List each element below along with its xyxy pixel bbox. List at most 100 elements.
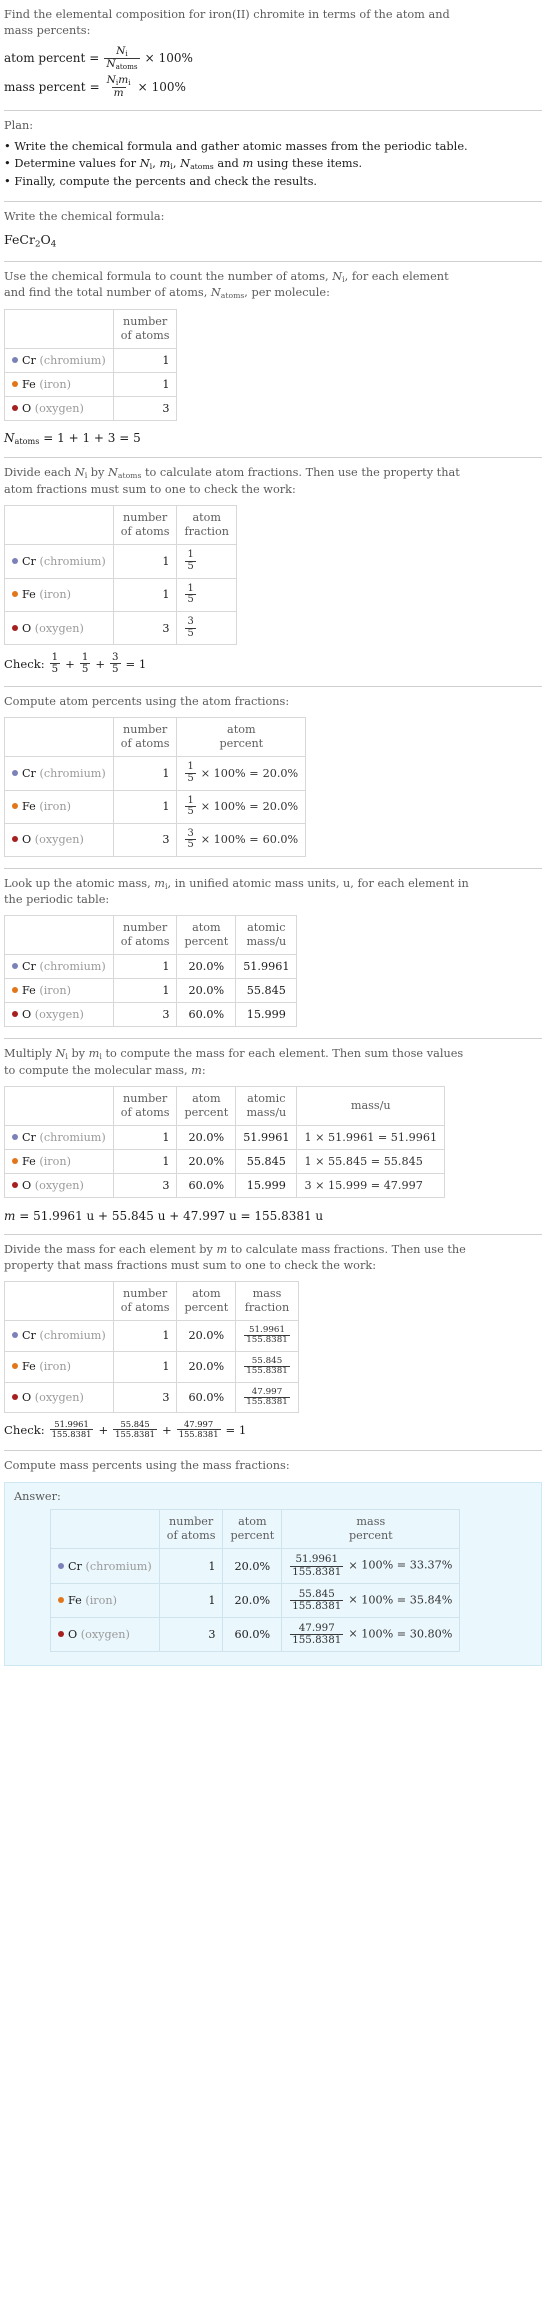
element-cell-o: O (oxygen)	[4, 1172, 114, 1198]
element-cell-cr: Cr (chromium)	[4, 756, 114, 791]
header-number-of-atoms: number of atoms	[112, 1280, 178, 1321]
mass-fraction-cr: 51.9961 155.8381	[235, 1319, 299, 1352]
atom-fraction-check: Check: 15 + 15 + 35 = 1	[4, 652, 147, 676]
header-number-of-atoms: number of atoms	[112, 309, 178, 350]
mass-fraction-o: 47.997 155.8381	[235, 1381, 299, 1414]
atom-percent-definition: atom percent = Ni Natoms × 100%	[4, 45, 542, 71]
corner-cell	[4, 717, 114, 758]
atom-fraction-table: number of atoms atom fraction Cr (chromi…	[4, 505, 237, 646]
count-cr: 1	[112, 1319, 178, 1352]
table-header-row: number of atoms	[4, 309, 178, 350]
header-mass-fraction: mass fraction	[235, 1280, 299, 1321]
element-cell-fe: Fe (iron)	[4, 577, 114, 612]
atomic-mass-step: Look up the atomic mass, mi, in unified …	[4, 869, 542, 1038]
table-row: Fe (iron) 1 20.0% 55.845 155.8381 × 100%…	[50, 1582, 461, 1618]
count-cr: 1	[112, 348, 178, 374]
table-row: Fe (iron) 1 1 5	[4, 577, 237, 612]
count-o: 3	[158, 1616, 224, 1653]
solution-page: Find the elemental composition for iron(…	[0, 0, 546, 1681]
count-cr: 1	[112, 954, 178, 980]
element-color-dot-cr	[12, 1133, 18, 1140]
table-row: O (oxygen) 3 60.0% 47.997 155.8381	[4, 1381, 299, 1414]
table-row: Fe (iron) 1 20.0% 55.845 1 × 55.845 = 55…	[4, 1148, 446, 1174]
total-atoms-equation: Natoms = 1 + 1 + 3 = 5	[4, 431, 141, 447]
table-row: Cr (chromium) 1 20.0% 51.9961	[4, 954, 298, 980]
atomic-mass-o: 15.999	[235, 1172, 298, 1198]
element-color-dot-fe	[12, 381, 18, 388]
count-o: 3	[112, 610, 178, 646]
element-cell-o: O (oxygen)	[4, 610, 114, 646]
atom-percent-prompt: Compute atom percents using the atom fra…	[4, 695, 290, 709]
count-cr: 1	[112, 1124, 178, 1150]
element-color-dot-o	[12, 405, 18, 412]
header-mass: mass/u	[296, 1085, 446, 1126]
atom-percent-term: atom percent	[4, 51, 86, 66]
corner-cell	[4, 915, 114, 956]
header-number-of-atoms: number of atoms	[112, 1085, 178, 1126]
table-row: Cr (chromium) 1 15 × 100% = 20.0%	[4, 756, 307, 791]
atom-fraction-step: Divide each Ni by Natoms to calculate at…	[4, 458, 542, 686]
element-cell-cr: Cr (chromium)	[4, 1319, 114, 1352]
count-fe: 1	[112, 1148, 178, 1174]
header-number-of-atoms: number of atoms	[158, 1509, 224, 1550]
header-atom-percent: atom percent	[176, 915, 237, 956]
element-color-dot-cr	[12, 357, 18, 364]
count-cr: 1	[158, 1548, 224, 1584]
element-cell-fe: Fe (iron)	[4, 372, 114, 398]
count-fe: 1	[112, 1350, 178, 1383]
table-header-row: number of atoms atom percent atomic mass…	[4, 1085, 446, 1126]
atom-percent-calc-cr: 15 × 100% = 20.0%	[176, 756, 307, 791]
element-color-dot-fe	[12, 591, 18, 598]
element-cell-fe: Fe (iron)	[4, 1148, 114, 1174]
header-number-of-atoms: number of atoms	[112, 915, 178, 956]
element-color-dot-o	[12, 1181, 18, 1188]
table-header-row: number of atoms atom percent mass percen…	[50, 1509, 461, 1550]
element-cell-fe: Fe (iron)	[4, 978, 114, 1004]
element-color-dot-fe	[12, 803, 18, 810]
plan-list: • Write the chemical formula and gather …	[4, 138, 542, 190]
count-cr: 1	[112, 544, 178, 579]
mass-table: number of atoms atom percent atomic mass…	[4, 1085, 446, 1198]
table-row: O (oxygen) 3 3 5	[4, 610, 237, 646]
count-fe: 1	[112, 577, 178, 612]
mass-percent-value-cr: 33.37%	[409, 1559, 453, 1573]
mass-percent-term: mass percent	[4, 79, 86, 94]
plan-item-3: • Finally, compute the percents and chec…	[4, 174, 318, 189]
table-row: O (oxygen) 3 60.0% 15.999 3 × 15.999 = 4…	[4, 1172, 446, 1198]
element-color-dot-fe	[12, 1157, 18, 1164]
formula-prompt: Write the chemical formula:	[4, 210, 165, 224]
mass-prompt: Multiply Ni by mi to compute the mass fo…	[4, 1047, 464, 1077]
atom-percent-fe: 20.0%	[176, 1148, 237, 1174]
element-cell-o: O (oxygen)	[4, 822, 114, 858]
element-color-dot-o	[58, 1631, 64, 1638]
element-cell-fe: Fe (iron)	[50, 1582, 160, 1618]
header-atom-percent: atom percent	[176, 1280, 237, 1321]
mass-fraction-fe: 55.845 155.8381	[235, 1350, 299, 1383]
atom-percent-fraction: Ni Natoms	[104, 45, 140, 71]
table-row: O (oxygen) 3 60.0% 15.999	[4, 1002, 298, 1028]
table-row: Cr (chromium) 1 20.0% 51.9961 155.8381	[4, 1319, 299, 1352]
atom-percent-cr: 20.0%	[222, 1548, 283, 1584]
molecular-mass-equation: m = 51.9961 u + 55.845 u + 47.997 u = 15…	[4, 1208, 324, 1223]
element-cell-cr: Cr (chromium)	[4, 1124, 114, 1150]
corner-cell	[4, 1085, 114, 1126]
atom-percent-table: number of atoms atom percent Cr (chromiu…	[4, 717, 307, 858]
intro-line-2: mass percents:	[4, 24, 91, 38]
atom-percent-cr: 20.0%	[176, 954, 237, 980]
mass-percent-fraction: Nimi m	[106, 73, 131, 99]
atom-percent-o: 60.0%	[176, 1381, 237, 1414]
element-color-dot-fe	[58, 1596, 64, 1603]
element-cell-fe: Fe (iron)	[4, 789, 114, 824]
element-cell-cr: Cr (chromium)	[50, 1548, 160, 1584]
element-cell-cr: Cr (chromium)	[4, 954, 114, 980]
element-cell-cr: Cr (chromium)	[4, 544, 114, 579]
answer-label: Answer:	[14, 1490, 61, 1504]
corner-cell	[4, 1280, 114, 1321]
table-row: O (oxygen) 3	[4, 396, 178, 422]
table-header-row: number of atoms atom percent mass fracti…	[4, 1280, 299, 1321]
atomic-mass-cr: 51.9961	[235, 954, 298, 980]
corner-cell	[4, 309, 114, 350]
times-sign: ×	[144, 51, 155, 66]
count-prompt: Use the chemical formula to count the nu…	[4, 269, 449, 301]
mass-percent-calc-o: 47.997 155.8381 × 100% = 30.80%	[281, 1616, 461, 1653]
